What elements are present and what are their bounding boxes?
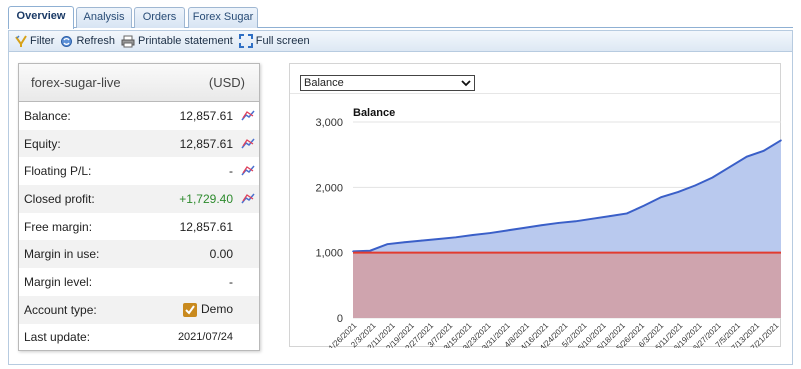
balance-point — [540, 224, 543, 227]
margin-in-use-value: 0.00 — [209, 247, 233, 262]
tab-bar: Overview Analysis Orders Forex Sugar — [8, 6, 793, 29]
closed-profit-value: +1,729.40 — [179, 191, 233, 206]
balance-point — [437, 238, 440, 240]
row-label: Last update: — [24, 330, 91, 345]
balance-point — [780, 139, 782, 142]
chart-edit-icon[interactable] — [241, 137, 255, 149]
tab-label: Forex Sugar — [192, 11, 254, 23]
account-type-value: Demo — [182, 302, 233, 318]
balance-point — [403, 241, 406, 244]
account-type-row: Account type: Demo — [19, 295, 259, 324]
balance-point — [506, 229, 508, 232]
tab-label: Overview — [16, 10, 66, 22]
refresh-button[interactable]: Refresh — [60, 35, 115, 48]
balance-point — [557, 222, 560, 224]
filter-icon — [15, 34, 27, 47]
print-label: Printable statement — [137, 35, 233, 47]
margin-in-use-row: Margin in use: 0.00 — [19, 240, 259, 269]
closed-profit-row: Closed profit: +1,729.40 — [19, 185, 259, 213]
tab-analysis[interactable]: Analysis — [76, 7, 132, 28]
refresh-icon — [61, 35, 73, 47]
balance-point — [643, 204, 645, 207]
balance-point — [472, 234, 474, 236]
row-label: Closed profit: — [24, 191, 95, 206]
printer-icon — [121, 35, 135, 47]
balance-point — [609, 215, 611, 217]
account-name: forex-sugar-live — [31, 75, 121, 90]
margin-level-row: Margin level: - — [19, 268, 259, 296]
checkmark-icon — [182, 303, 197, 318]
tab-forex-sugar[interactable]: Forex Sugar — [188, 7, 258, 28]
tab-label: Analysis — [83, 11, 125, 23]
account-summary-panel: forex-sugar-live (USD) Balance: 12,857.6… — [18, 63, 260, 351]
balance-point — [489, 232, 491, 234]
balance-point — [591, 217, 594, 220]
chart-title: Balance — [353, 107, 395, 119]
tab-label: Orders — [142, 11, 177, 23]
floating-pl-row: Floating P/L: - — [19, 157, 259, 185]
account-rows: Balance: 12,857.61 Equity: 12,857.61 Flo… — [19, 102, 259, 351]
fullscreen-icon — [238, 34, 253, 48]
balance-point — [677, 191, 680, 193]
deposit-area — [353, 252, 781, 318]
floating-pl-value: - — [229, 164, 233, 179]
y-tick-label: 3,000 — [315, 117, 343, 129]
balance-chart: 01,0002,0003,000Balance1/26/20212/3/2021… — [315, 107, 782, 348]
refresh-label: Refresh — [76, 35, 115, 47]
y-tick-label: 0 — [337, 313, 343, 325]
tab-orders[interactable]: Orders — [134, 7, 185, 28]
balance-point — [454, 236, 457, 239]
row-label: Margin in use: — [24, 247, 100, 262]
row-label: Balance: — [24, 108, 71, 123]
balance-point — [574, 220, 577, 223]
last-update-row: Last update: 2021/07/24 — [19, 324, 259, 352]
balance-point — [745, 155, 748, 158]
row-label: Equity: — [24, 136, 61, 151]
free-margin-value: 12,857.61 — [179, 219, 233, 234]
fullscreen-label: Full screen — [255, 35, 310, 47]
balance-point — [352, 250, 354, 253]
balance-point — [763, 149, 765, 152]
account-currency: (USD) — [208, 75, 245, 90]
equity-value: 12,857.61 — [179, 136, 233, 151]
row-label: Margin level: — [24, 274, 93, 289]
balance-area — [353, 140, 781, 253]
equity-row: Equity: 12,857.61 — [19, 129, 259, 158]
y-tick-label: 1,000 — [315, 248, 343, 260]
balance-point — [420, 239, 423, 242]
balance-row: Balance: 12,857.61 — [19, 102, 259, 130]
full-screen-button[interactable]: Full screen — [238, 34, 310, 48]
account-header: forex-sugar-live (USD) — [19, 64, 259, 102]
y-tick-label: 2,000 — [315, 182, 343, 194]
account-type-text: Demo — [200, 302, 233, 317]
balance-point — [386, 243, 389, 245]
chart-edit-icon[interactable] — [241, 164, 255, 176]
margin-level-value: - — [229, 274, 233, 289]
row-label: Account type: — [24, 302, 97, 317]
free-margin-row: Free margin: 12,857.61 — [19, 213, 259, 241]
row-label: Floating P/L: — [24, 164, 92, 179]
filter-button[interactable]: Filter — [15, 34, 55, 48]
printable-statement-button[interactable]: Printable statement — [121, 35, 233, 48]
balance-point — [694, 184, 697, 187]
row-label: Free margin: — [24, 219, 93, 234]
last-update-value: 2021/07/24 — [177, 331, 233, 344]
balance-point — [369, 249, 371, 252]
chart-edit-icon[interactable] — [241, 109, 255, 121]
balance-point — [728, 166, 731, 168]
chart-edit-icon[interactable] — [241, 192, 255, 204]
balance-value: 12,857.61 — [179, 108, 233, 123]
chart-panel: Balance 0 1,000 2,000 3,000 Balance 1/26/2021… — [289, 63, 782, 348]
balance-point — [626, 212, 628, 215]
filter-label: Filter — [30, 35, 55, 47]
toolbar: Filter Refresh Printable statement Full … — [8, 30, 793, 52]
balance-point — [711, 176, 714, 179]
balance-point — [660, 196, 662, 198]
balance-point — [523, 227, 525, 229]
tab-overview[interactable]: Overview — [8, 6, 74, 29]
